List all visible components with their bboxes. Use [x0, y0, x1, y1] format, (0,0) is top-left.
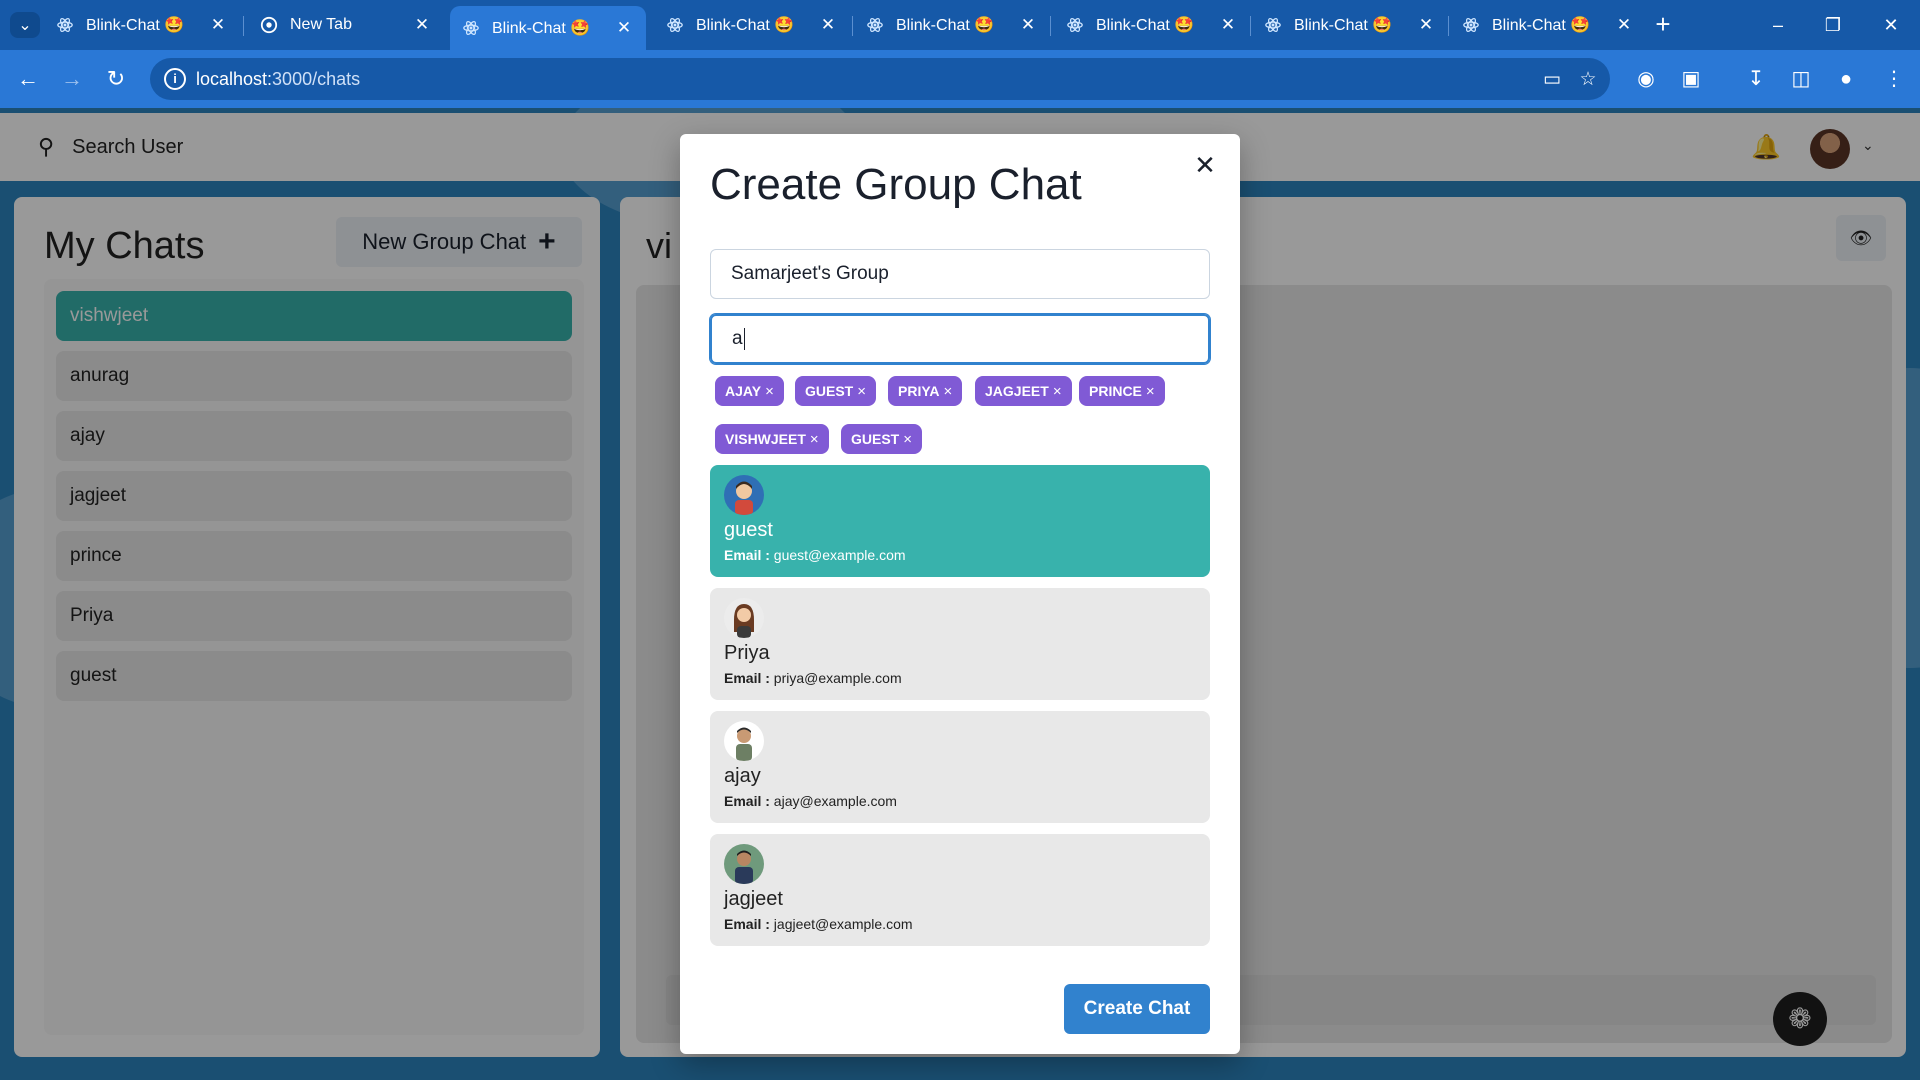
browser-tab-strip: ⌄ Blink-Chat 🤩 ✕ New Tab ✕ Blink-Chat 🤩 …: [0, 0, 1920, 50]
user-search-result[interactable]: Priya Email : priya@example.com: [710, 588, 1210, 700]
browser-tab-active[interactable]: Blink-Chat 🤩 ✕: [450, 6, 646, 50]
tab-close-icon[interactable]: ✕: [1614, 15, 1634, 35]
browser-tab[interactable]: Blink-Chat 🤩 ✕: [654, 6, 850, 44]
kebab-menu-icon[interactable]: ⋮: [1878, 63, 1910, 95]
chevron-down-icon: ⌄: [18, 17, 32, 34]
address-bar[interactable]: i localhost:3000/chats ▭ ☆: [150, 58, 1610, 100]
chrome-favicon-icon: [260, 16, 278, 34]
user-email: Email : jagjeet@example.com: [724, 916, 913, 932]
tab-title: Blink-Chat 🤩: [896, 17, 995, 34]
tab-title: Blink-Chat 🤩: [1294, 17, 1393, 34]
tab-title: Blink-Chat 🤩: [492, 20, 591, 37]
modal-title: Create Group Chat: [710, 160, 1082, 209]
install-app-icon[interactable]: ▭: [1540, 68, 1564, 92]
browser-tab[interactable]: Blink-Chat 🤩 ✕: [1054, 6, 1250, 44]
react-favicon-icon: [463, 20, 479, 36]
tab-title: Blink-Chat 🤩: [1492, 17, 1591, 34]
back-icon[interactable]: ←: [12, 63, 44, 95]
user-name: guest: [724, 519, 773, 541]
tag-remove-icon[interactable]: ×: [857, 383, 866, 400]
browser-tab[interactable]: New Tab ✕: [248, 6, 444, 44]
tab-close-icon[interactable]: ✕: [208, 15, 228, 35]
tab-close-icon[interactable]: ✕: [818, 15, 838, 35]
restore-icon[interactable]: ❐: [1810, 10, 1856, 40]
user-search-result[interactable]: jagjeet Email : jagjeet@example.com: [710, 834, 1210, 946]
tab-close-icon[interactable]: ✕: [412, 15, 432, 35]
bookmark-star-icon[interactable]: ☆: [1576, 68, 1600, 92]
browser-tab[interactable]: Blink-Chat 🤩 ✕: [854, 6, 1050, 44]
user-email: Email : ajay@example.com: [724, 793, 897, 809]
react-favicon-icon: [1463, 17, 1479, 33]
window-close-icon[interactable]: ✕: [1868, 10, 1914, 40]
create-chat-button[interactable]: Create Chat: [1064, 984, 1210, 1034]
tab-close-icon[interactable]: ✕: [1218, 15, 1238, 35]
group-name-input[interactable]: Samarjeet's Group: [710, 249, 1210, 299]
tab-close-icon[interactable]: ✕: [1018, 15, 1038, 35]
react-favicon-icon: [1265, 17, 1281, 33]
react-favicon-icon: [667, 17, 683, 33]
user-avatar: [724, 475, 764, 515]
tag-remove-icon[interactable]: ×: [944, 383, 953, 400]
tab-title: Blink-Chat 🤩: [696, 17, 795, 34]
tab-search-button[interactable]: ⌄: [10, 12, 40, 38]
tab-close-icon[interactable]: ✕: [614, 18, 634, 38]
close-icon[interactable]: ✕: [1190, 150, 1220, 180]
tag-remove-icon[interactable]: ×: [1053, 383, 1062, 400]
create-group-modal: Create Group Chat ✕ Samarjeet's Group a …: [680, 134, 1240, 1054]
selected-user-tag: GUEST ×: [841, 424, 922, 454]
side-panel-icon[interactable]: ◫: [1785, 63, 1817, 95]
selected-user-tag: JAGJEET ×: [975, 376, 1072, 406]
user-search-result[interactable]: ajay Email : ajay@example.com: [710, 711, 1210, 823]
url-text[interactable]: localhost:3000/chats: [196, 69, 360, 90]
selected-user-tag: GUEST ×: [795, 376, 876, 406]
user-name: Priya: [724, 642, 770, 664]
user-avatar: [724, 844, 764, 884]
selected-user-tag: AJAY ×: [715, 376, 784, 406]
extension-icon[interactable]: ◉: [1630, 63, 1662, 95]
selected-user-tag: PRINCE ×: [1079, 376, 1165, 406]
reload-icon[interactable]: ↻: [100, 63, 132, 95]
react-favicon-icon: [57, 17, 73, 33]
browser-tab[interactable]: Blink-Chat 🤩 ✕: [1252, 6, 1448, 44]
user-avatar: [724, 598, 764, 638]
add-users-input[interactable]: a: [710, 314, 1210, 364]
selected-user-tag: VISHWJEET ×: [715, 424, 829, 454]
user-avatar: [724, 721, 764, 761]
react-favicon-icon: [867, 17, 883, 33]
tab-title: Blink-Chat 🤩: [1096, 17, 1195, 34]
new-tab-icon[interactable]: +: [1648, 10, 1678, 40]
site-info-icon[interactable]: i: [164, 68, 186, 90]
tab-title: New Tab: [290, 16, 352, 33]
tab-title: Blink-Chat 🤩: [86, 17, 185, 34]
address-toolbar: ← → ↻ i localhost:3000/chats ▭ ☆ ◉ ▣ ↧ ◫…: [0, 50, 1920, 108]
user-email: Email : priya@example.com: [724, 670, 902, 686]
tab-close-icon[interactable]: ✕: [1416, 15, 1436, 35]
selected-user-tag: PRIYA ×: [888, 376, 963, 406]
user-email: Email : guest@example.com: [724, 547, 906, 563]
tag-remove-icon[interactable]: ×: [765, 383, 774, 400]
browser-tab[interactable]: Blink-Chat 🤩 ✕: [44, 6, 240, 44]
react-favicon-icon: [1067, 17, 1083, 33]
tag-remove-icon[interactable]: ×: [1146, 383, 1155, 400]
user-name: ajay: [724, 765, 761, 787]
download-icon[interactable]: ↧: [1740, 63, 1772, 95]
tag-remove-icon[interactable]: ×: [903, 431, 912, 448]
extensions-puzzle-icon[interactable]: ▣: [1675, 63, 1707, 95]
user-name: jagjeet: [724, 888, 783, 910]
browser-tab[interactable]: Blink-Chat 🤩 ✕: [1450, 6, 1646, 44]
profile-icon[interactable]: ●: [1830, 63, 1862, 95]
tag-remove-icon[interactable]: ×: [810, 431, 819, 448]
forward-icon[interactable]: →: [56, 63, 88, 95]
user-search-result[interactable]: guest Email : guest@example.com: [710, 465, 1210, 577]
minimize-icon[interactable]: –: [1755, 10, 1801, 40]
